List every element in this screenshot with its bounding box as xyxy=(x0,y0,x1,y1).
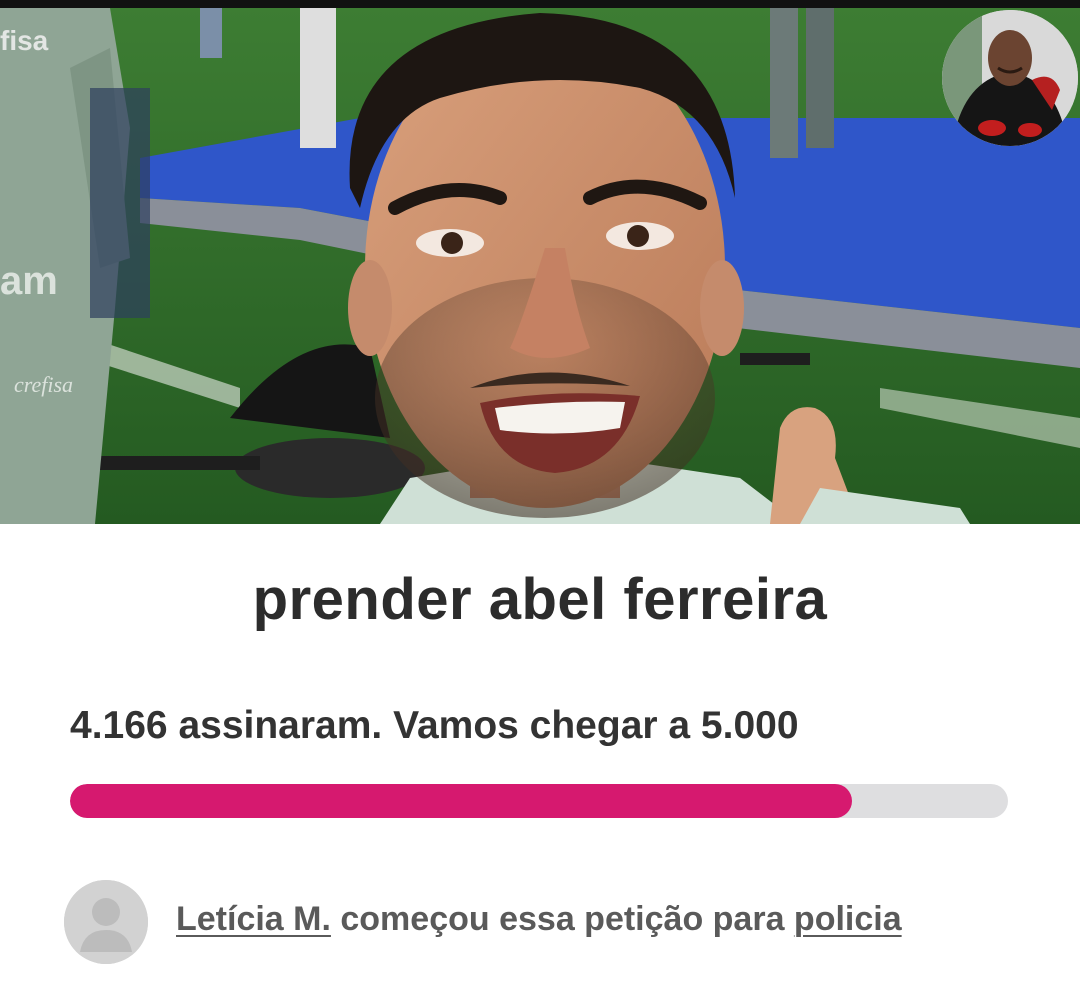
petition-title: prender abel ferreira xyxy=(252,567,828,632)
top-border xyxy=(0,0,1080,8)
signed-label: assinaram. Vamos chegar a xyxy=(178,704,701,747)
profile-avatar-icon xyxy=(942,10,1078,146)
jersey-text-3: crefisa xyxy=(14,372,73,397)
progress-bar xyxy=(70,784,1008,818)
hero-photo: fisa am crefisa xyxy=(0,8,1080,524)
progress-bar-fill xyxy=(70,784,852,818)
goal-count: 5.000 xyxy=(700,704,799,747)
user-placeholder-icon[interactable] xyxy=(64,880,148,964)
petition-starter: Letícia M. começou essa petição para pol… xyxy=(64,878,1024,968)
signed-count: 4.166 xyxy=(70,704,168,747)
jersey-text-1: fisa xyxy=(0,25,49,56)
starter-name-link[interactable]: Letícia M. xyxy=(176,900,331,938)
petition-target-link[interactable]: policia xyxy=(794,900,902,938)
signature-progress-text: 4.166 assinaram. Vamos chegar a 5.000 xyxy=(70,704,799,748)
starter-action-text: começou essa petição para xyxy=(330,900,794,938)
petition-screenshot: fisa am crefisa prender abel ferreira 4.… xyxy=(0,0,1080,990)
jersey-text-2: am xyxy=(0,259,58,303)
starter-sentence: Letícia M. começou essa petição para pol… xyxy=(176,900,902,939)
